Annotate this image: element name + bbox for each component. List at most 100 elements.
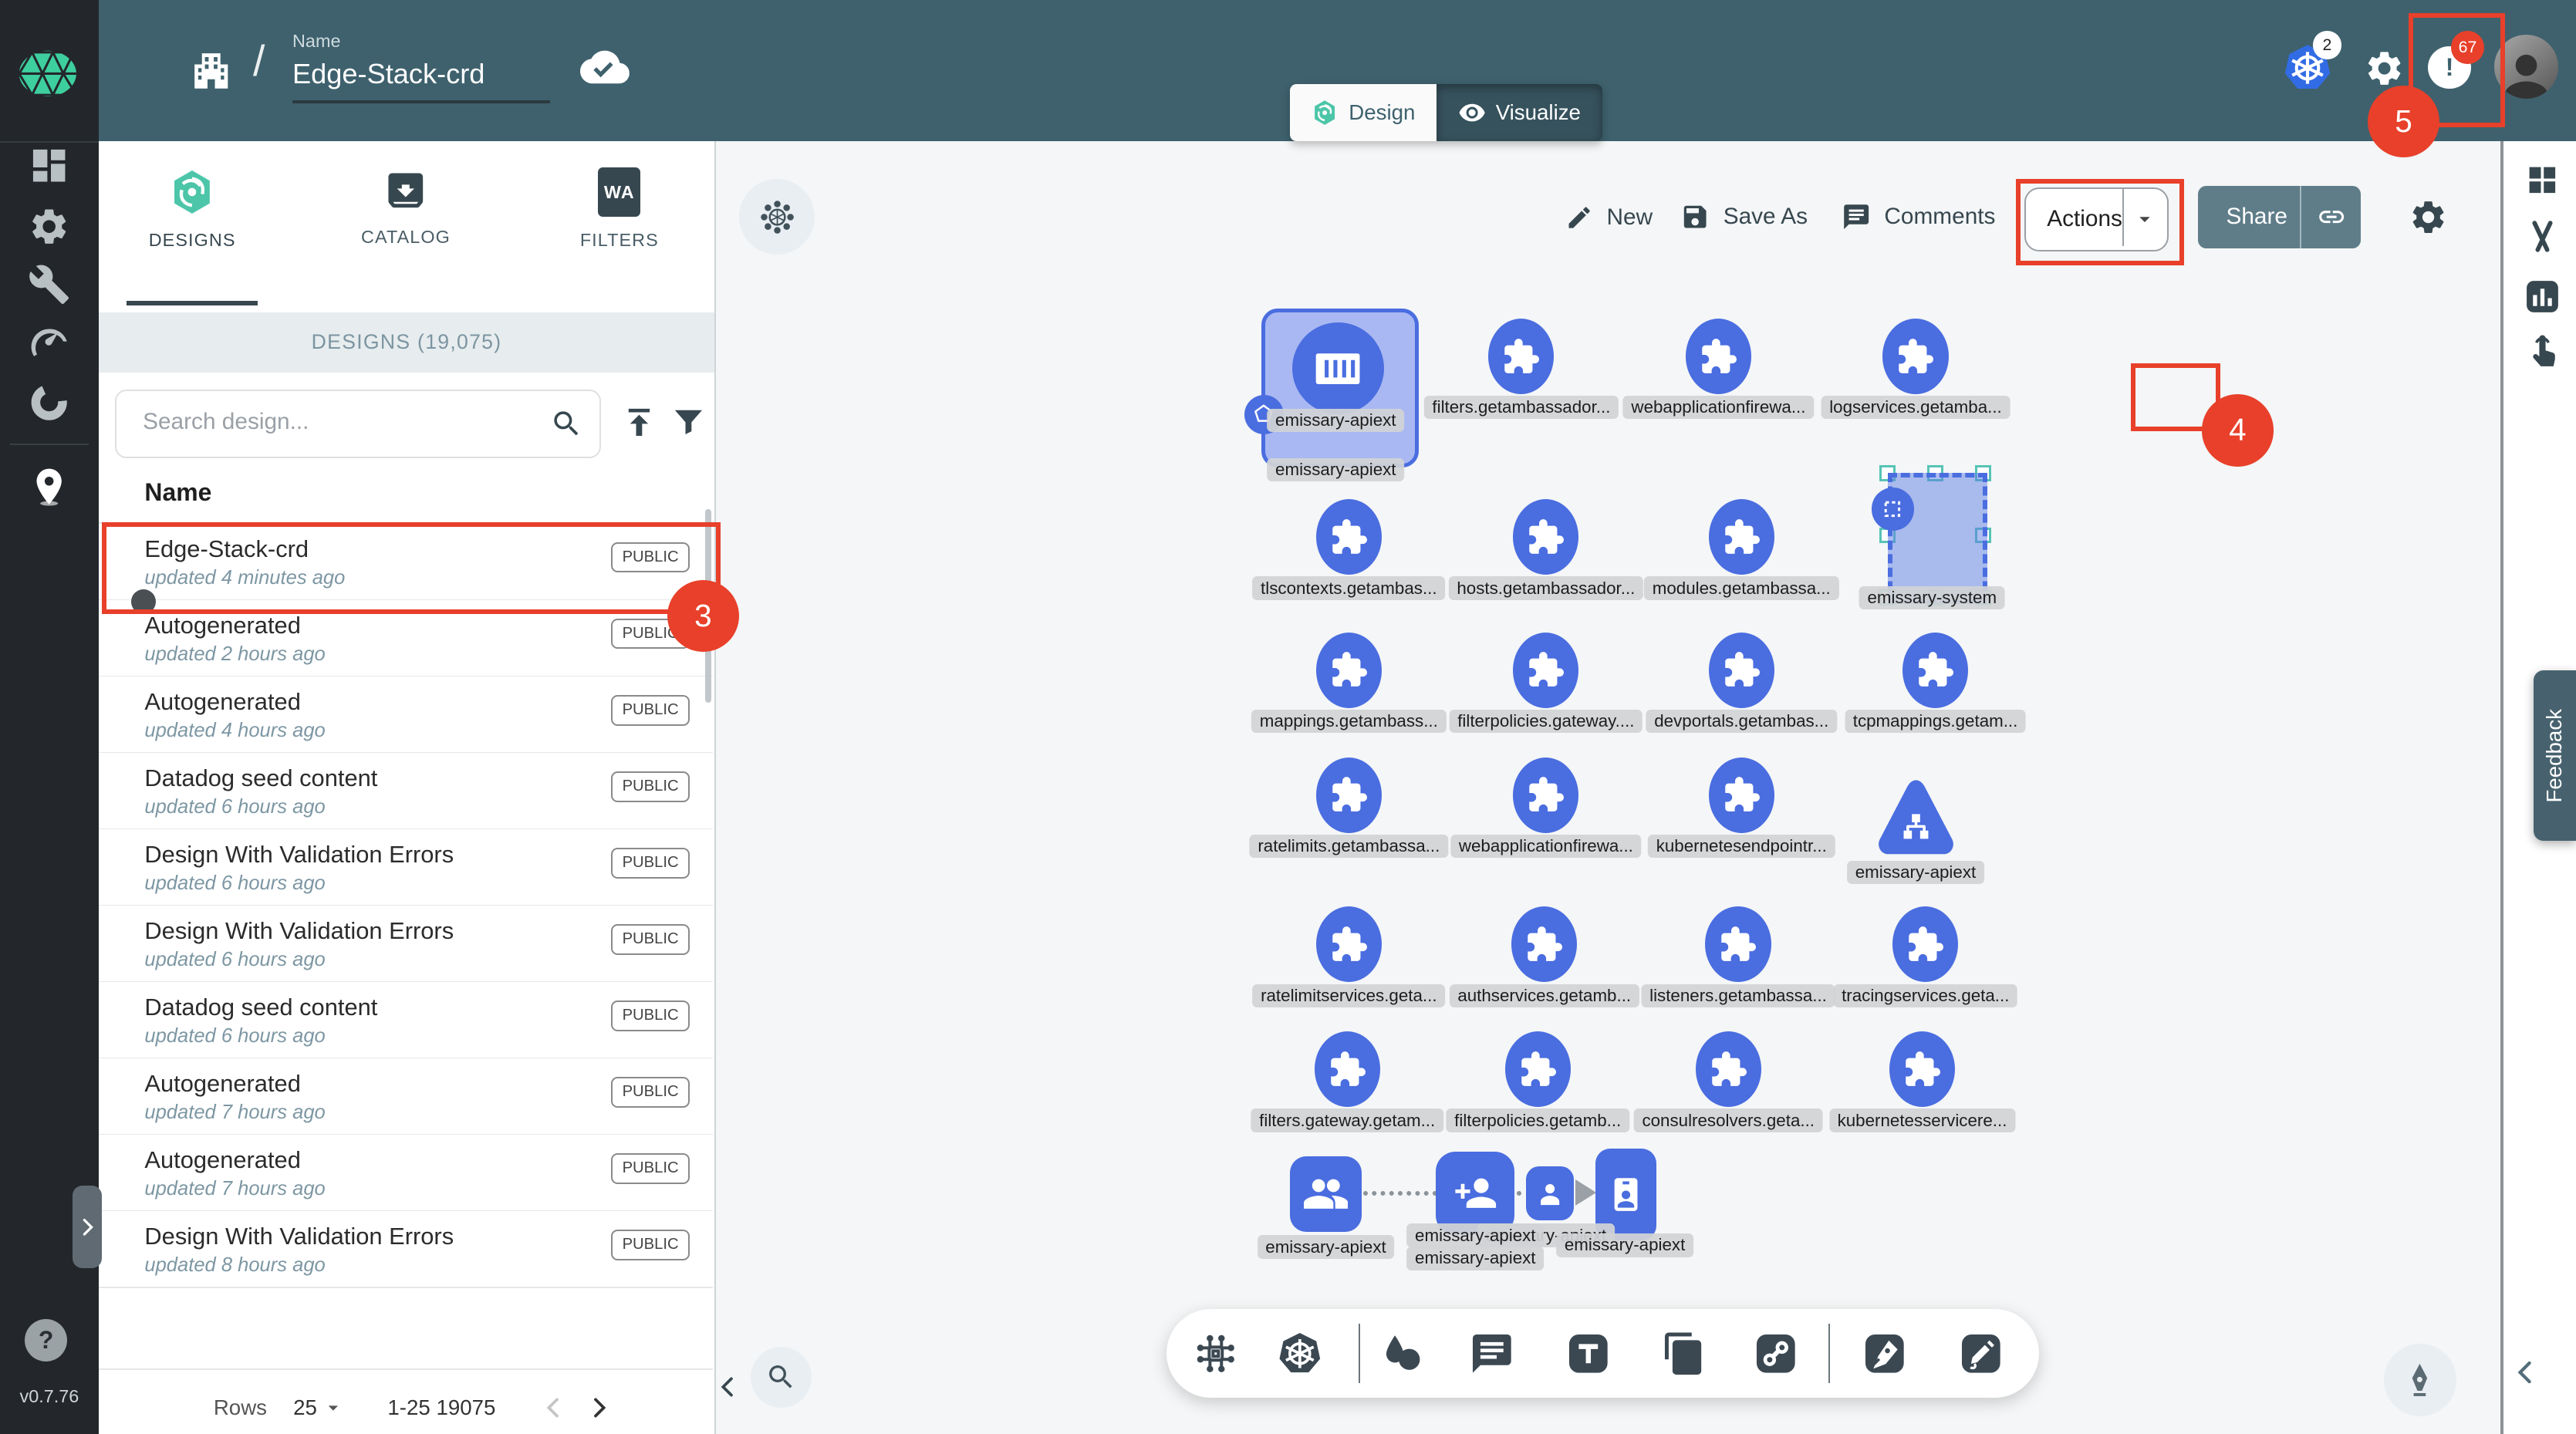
panel-tab-designs[interactable]: DESIGNS	[127, 167, 258, 251]
link-tool-icon[interactable]	[1753, 1331, 1799, 1377]
catalog-archive-icon	[383, 167, 429, 214]
visibility-badge: PUBLIC	[611, 1077, 690, 1108]
drawing-mode-button[interactable]	[2384, 1344, 2456, 1416]
settings-gear-icon[interactable]	[2364, 48, 2405, 89]
search-icon[interactable]	[550, 407, 583, 440]
node-crd[interactable]	[1511, 906, 1577, 982]
organization-building-icon[interactable]	[189, 48, 233, 92]
node-crd[interactable]	[1902, 633, 1968, 708]
node-crd[interactable]	[1882, 319, 1948, 394]
sidebar-performance-icon[interactable]	[28, 320, 70, 363]
node-crd[interactable]	[1513, 757, 1578, 833]
meshery-logo-icon[interactable]	[12, 42, 84, 105]
node-group-emissary-apiext[interactable]	[1261, 309, 1419, 467]
design-row[interactable]: Autogenerated updated 7 hours ago PUBLIC	[99, 1135, 713, 1212]
annotation-badge-4: 4	[2202, 394, 2274, 467]
save-as-button[interactable]: Save As	[1680, 202, 1808, 231]
components-circuit-icon[interactable]	[1193, 1331, 1239, 1377]
touch-interact-icon[interactable]	[2524, 333, 2561, 371]
next-page-icon[interactable]	[586, 1395, 611, 1420]
node-crd[interactable]	[1686, 319, 1751, 394]
node-crd[interactable]	[1488, 319, 1554, 394]
node-user-add[interactable]	[1436, 1152, 1514, 1236]
text-tool-icon[interactable]	[1565, 1331, 1612, 1377]
pen-tool-icon[interactable]	[1862, 1331, 1908, 1377]
design-row[interactable]: Design With Validation Errors updated 8 …	[99, 1211, 713, 1288]
collapse-rail-chevron-icon[interactable]	[2512, 1358, 2540, 1386]
node-crd[interactable]	[1709, 499, 1774, 575]
sidebar-expand-handle[interactable]	[73, 1186, 102, 1267]
node-crd[interactable]	[1889, 1031, 1955, 1107]
design-row[interactable]: Datadog seed content updated 6 hours ago…	[99, 753, 713, 830]
new-button[interactable]: New	[1565, 204, 1653, 231]
share-link-icon[interactable]	[2317, 202, 2346, 231]
prev-page-icon[interactable]	[542, 1395, 566, 1420]
zoom-button[interactable]	[751, 1347, 812, 1408]
node-crd[interactable]	[1705, 906, 1771, 982]
sidebar-location-pin-icon[interactable]	[28, 465, 70, 508]
design-row[interactable]: Autogenerated updated 7 hours ago PUBLIC	[99, 1058, 713, 1135]
node-crd[interactable]	[1315, 1031, 1380, 1107]
rows-label: Rows	[214, 1395, 267, 1420]
node-crd[interactable]	[1316, 906, 1382, 982]
sidebar-configuration-icon[interactable]	[28, 263, 70, 305]
wasm-filter-icon: WA	[598, 167, 640, 217]
design-updated: updated 7 hours ago	[144, 1102, 325, 1124]
comment-tool-icon[interactable]	[1469, 1331, 1515, 1377]
node-crd[interactable]	[1316, 499, 1382, 575]
filter-funnel-icon[interactable]	[670, 404, 707, 440]
canvas-settings-gear-icon[interactable]	[2409, 197, 2448, 237]
copy-rect-tool-icon[interactable]	[1661, 1331, 1707, 1377]
dock-grid-icon[interactable]	[2525, 163, 2560, 197]
namespace-badge[interactable]	[1872, 488, 1914, 530]
shapes-icon[interactable]	[1379, 1331, 1425, 1377]
comments-button[interactable]: Comments	[1842, 202, 1995, 231]
panel-tab-catalog[interactable]: CATALOG	[340, 167, 471, 248]
sidebar-dashboard-icon[interactable]	[28, 144, 70, 187]
mesh-layout-button[interactable]	[739, 179, 815, 255]
node-crd[interactable]	[1505, 1031, 1571, 1107]
node-crd[interactable]	[1316, 757, 1382, 833]
node-emissary-apiext-triangle[interactable]	[1872, 775, 1960, 864]
caret-down-icon[interactable]	[322, 1396, 345, 1419]
node-label: emissary-apiext	[1267, 458, 1404, 481]
tab-design[interactable]: Design	[1290, 84, 1437, 142]
sidebar-extensions-icon[interactable]	[28, 381, 70, 423]
node-label: modules.getambassa...	[1644, 576, 1838, 599]
node-crd[interactable]	[1696, 1031, 1761, 1107]
node-user-small[interactable]	[1526, 1166, 1574, 1220]
design-spiral-icon	[1311, 99, 1339, 127]
deployment-bars-icon	[1312, 342, 1364, 395]
node-crd[interactable]	[1709, 633, 1774, 708]
design-row[interactable]: Datadog seed content updated 6 hours ago…	[99, 982, 713, 1059]
design-row[interactable]: Design With Validation Errors updated 6 …	[99, 829, 713, 906]
edge-dotted	[1363, 1191, 1437, 1196]
feedback-tab[interactable]: Feedback	[2534, 670, 2576, 841]
share-button[interactable]: Share	[2198, 186, 2361, 248]
rows-per-page-select[interactable]: 25	[293, 1395, 317, 1420]
node-label: emissary-apiext	[1847, 861, 1984, 884]
help-button[interactable]: ?	[25, 1319, 67, 1361]
kubernetes-helm-icon[interactable]	[1277, 1331, 1323, 1377]
design-row[interactable]: Design With Validation Errors updated 6 …	[99, 906, 713, 983]
design-row[interactable]: Autogenerated updated 4 hours ago PUBLIC	[99, 677, 713, 754]
sidebar-lifecycle-icon[interactable]	[28, 205, 70, 248]
import-upload-icon[interactable]	[621, 404, 657, 440]
node-label: tcpmappings.getam...	[1845, 710, 2026, 733]
freehand-pencil-icon[interactable]	[1958, 1331, 2004, 1377]
search-input[interactable]	[140, 407, 524, 437]
design-name-input[interactable]: Edge-Stack-crd	[292, 58, 484, 90]
node-crd[interactable]	[1316, 633, 1382, 708]
analytics-chart-icon[interactable]	[2524, 278, 2561, 315]
panel-tab-filters[interactable]: WA FILTERS	[554, 167, 685, 251]
shape-toolbar	[1166, 1309, 2039, 1398]
collapse-panel-chevron-icon[interactable]	[716, 1375, 741, 1399]
annotation-box-actions	[2016, 179, 2185, 265]
active-tab-underline	[127, 301, 258, 305]
feedback-label: Feedback	[2542, 709, 2567, 803]
node-crd[interactable]	[1709, 757, 1774, 833]
tab-visualize[interactable]: Visualize	[1437, 84, 1602, 142]
merge-branch-icon[interactable]	[2524, 218, 2561, 256]
node-crd[interactable]	[1513, 633, 1578, 708]
node-team[interactable]	[1290, 1156, 1362, 1232]
